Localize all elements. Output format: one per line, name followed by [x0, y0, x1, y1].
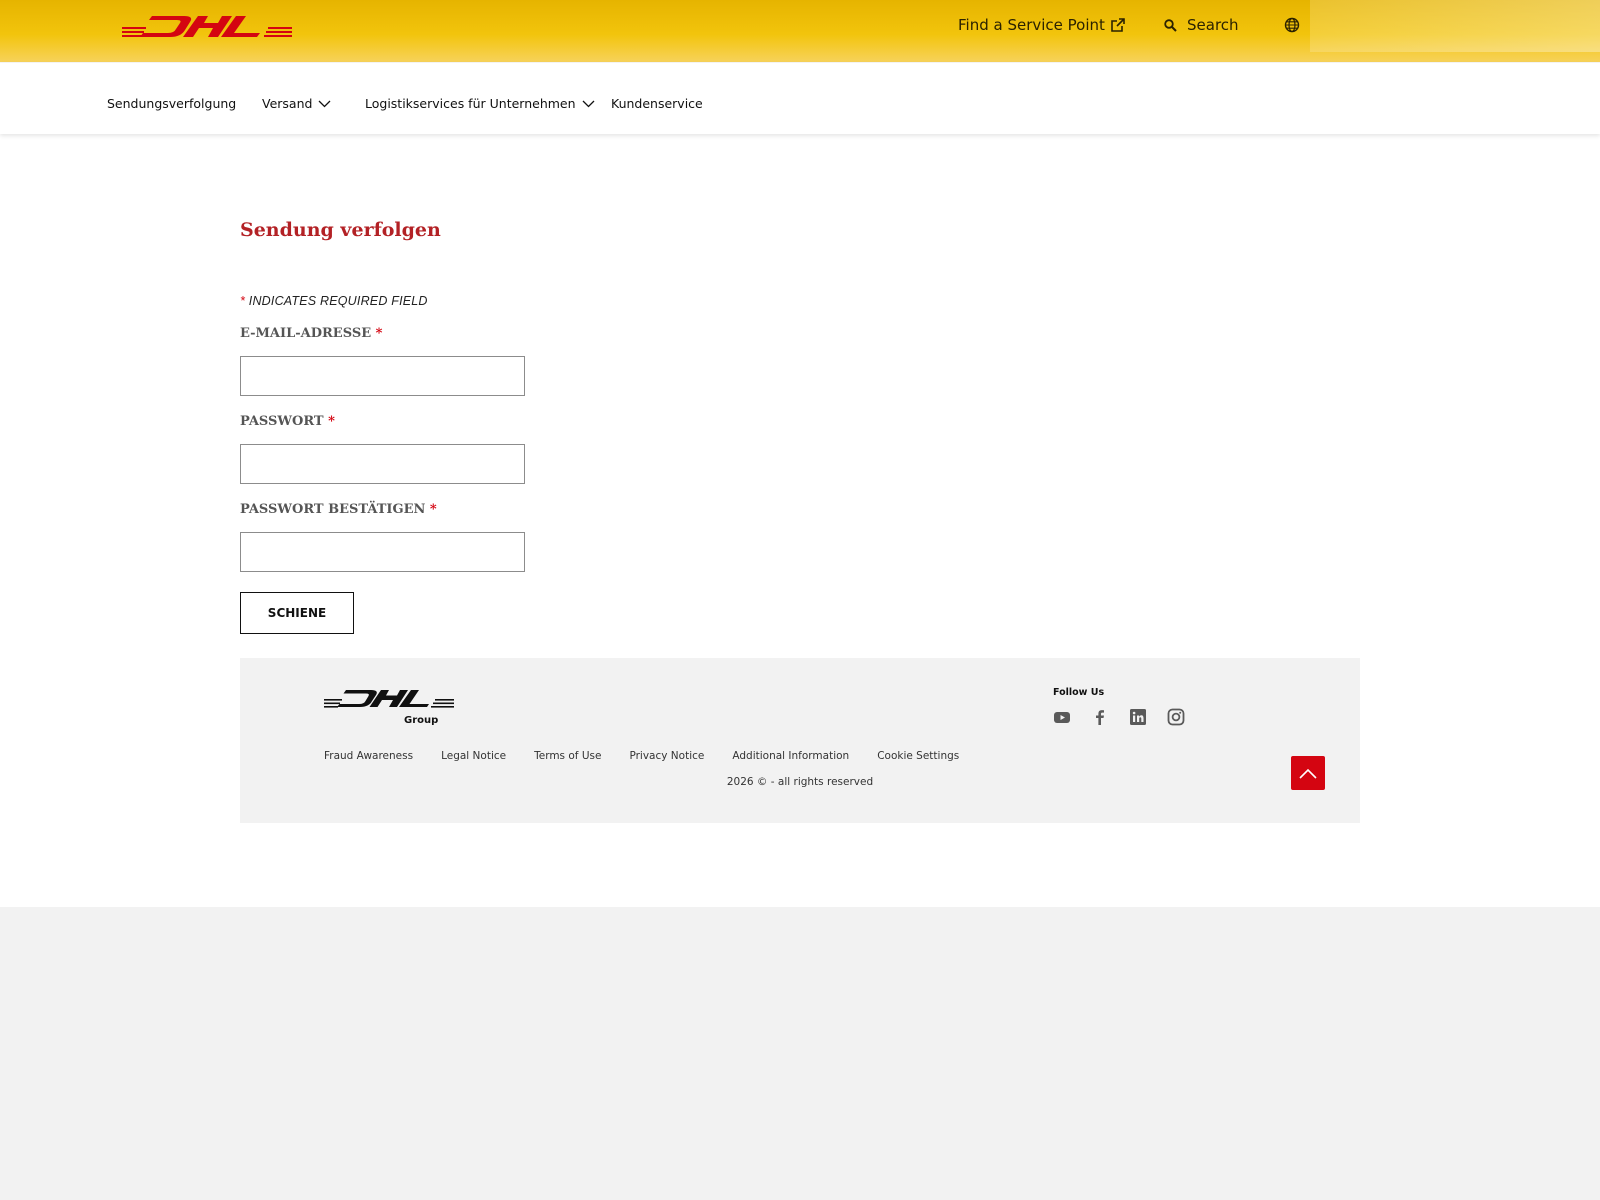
required-note-text: INDICATES REQUIRED FIELD [248, 294, 428, 308]
nav-item-kundenservice[interactable]: Kundenservice [611, 96, 703, 111]
footer-links: Fraud Awareness Legal Notice Terms of Us… [324, 750, 959, 762]
email-label: E-MAIL-ADRESSE * [240, 326, 382, 341]
footer: Group Follow Us Fraud Awareness Legal No… [240, 658, 1360, 823]
dhl-logo[interactable] [122, 14, 292, 40]
email-label-text: E-MAIL-ADRESSE [240, 326, 372, 341]
nav-item-versand[interactable]: Versand [262, 96, 331, 111]
required-star: * [240, 294, 246, 308]
linkedin-icon[interactable] [1129, 708, 1147, 726]
instagram-icon[interactable] [1167, 708, 1185, 726]
required-star: * [429, 502, 437, 517]
chevron-down-icon [582, 100, 594, 107]
nav-item-logistikservices[interactable]: Logistikservices für Unternehmen [365, 96, 595, 111]
footer-link-cookie-settings[interactable]: Cookie Settings [877, 750, 959, 762]
submit-button[interactable]: SCHIENE [240, 592, 354, 634]
page-title: Sendung verfolgen [240, 219, 441, 241]
password-label-text: PASSWORT [240, 414, 324, 429]
search-icon [1164, 18, 1177, 32]
follow-us-label: Follow Us [1053, 687, 1105, 698]
password-field[interactable] [240, 444, 525, 484]
facebook-icon[interactable] [1091, 708, 1109, 726]
password-confirm-field[interactable] [240, 532, 525, 572]
copyright-text: 2026 © - all rights reserved [726, 776, 874, 788]
chevron-down-icon [318, 100, 331, 107]
nav-item-label: Versand [262, 96, 313, 111]
password-label: PASSWORT * [240, 414, 335, 429]
nav-item-label: Logistikservices für Unternehmen [365, 96, 576, 111]
footer-link-terms-of-use[interactable]: Terms of Use [534, 750, 601, 762]
chevron-up-icon [1299, 768, 1317, 779]
email-field[interactable] [240, 356, 525, 396]
globe-icon[interactable] [1284, 17, 1300, 33]
required-star: * [328, 414, 335, 429]
youtube-icon[interactable] [1053, 708, 1071, 726]
footer-link-legal-notice[interactable]: Legal Notice [441, 750, 506, 762]
find-service-point-label: Find a Service Point [958, 16, 1105, 34]
main-navigation: Sendungsverfolgung Versand Logistikservi… [0, 62, 1600, 134]
password-confirm-label: PASSWORT BESTÄTIGEN * [240, 502, 437, 517]
dhl-group-logo[interactable]: Group [324, 688, 454, 728]
footer-link-privacy-notice[interactable]: Privacy Notice [629, 750, 704, 762]
footer-link-additional-information[interactable]: Additional Information [732, 750, 849, 762]
search-button[interactable]: Search [1164, 16, 1239, 34]
nav-item-label: Sendungsverfolgung [107, 96, 237, 111]
find-service-point-link[interactable]: Find a Service Point [958, 16, 1125, 34]
required-field-note: * INDICATES REQUIRED FIELD [240, 294, 428, 308]
back-to-top-button[interactable] [1291, 756, 1325, 790]
footer-link-fraud-awareness[interactable]: Fraud Awareness [324, 750, 413, 762]
nav-item-label: Kundenservice [611, 96, 703, 111]
password-confirm-label-text: PASSWORT BESTÄTIGEN [240, 502, 426, 517]
top-header: Find a Service Point Search [0, 0, 1600, 62]
required-star: * [375, 326, 383, 341]
nav-item-sendungsverfolgung[interactable]: Sendungsverfolgung [107, 96, 236, 111]
external-link-icon [1111, 18, 1125, 32]
dhl-group-logo-sub: Group [404, 715, 438, 726]
header-fade [1310, 0, 1600, 52]
search-label: Search [1187, 16, 1239, 34]
